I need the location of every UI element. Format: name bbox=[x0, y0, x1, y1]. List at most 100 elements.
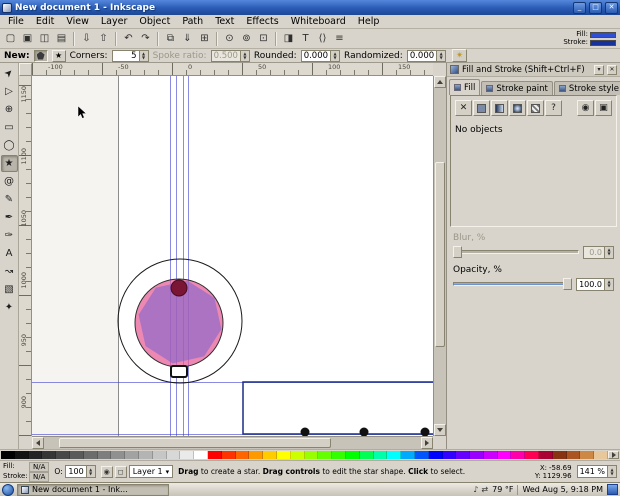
blur-steppers[interactable] bbox=[604, 247, 613, 258]
scroll-down-icon[interactable] bbox=[434, 424, 446, 436]
palette-swatch[interactable] bbox=[125, 451, 139, 459]
palette-scroll-right-icon[interactable] bbox=[608, 451, 619, 459]
palette-swatch[interactable] bbox=[249, 451, 263, 459]
opacity-slider[interactable] bbox=[453, 277, 572, 291]
palette-swatch[interactable] bbox=[84, 451, 98, 459]
undo-icon[interactable]: ↶ bbox=[120, 30, 137, 47]
volume-icon[interactable]: ♪ bbox=[473, 485, 478, 494]
new-document-icon[interactable]: ▢ bbox=[2, 30, 19, 47]
zoom-tool[interactable]: ⊕ bbox=[1, 101, 18, 118]
canvas[interactable] bbox=[32, 76, 433, 436]
master-opacity-spinbox[interactable]: 100 bbox=[65, 465, 96, 478]
save-document-icon[interactable]: ◫ bbox=[36, 30, 53, 47]
menu-layer[interactable]: Layer bbox=[95, 15, 134, 28]
palette-swatch[interactable] bbox=[167, 451, 181, 459]
open-document-icon[interactable]: ▣ bbox=[19, 30, 36, 47]
palette-swatch[interactable] bbox=[318, 451, 332, 459]
close-button[interactable]: ✕ bbox=[605, 2, 618, 14]
rounded-spinbox[interactable]: 0.000 bbox=[301, 50, 340, 62]
tab-stroke-style[interactable]: Stroke style bbox=[554, 81, 620, 95]
palette-swatch[interactable] bbox=[332, 451, 346, 459]
menu-edit[interactable]: Edit bbox=[30, 15, 60, 28]
palette-swatch[interactable] bbox=[525, 451, 539, 459]
dialog-menu-button[interactable]: ▾ bbox=[594, 65, 604, 75]
menu-path[interactable]: Path bbox=[176, 15, 209, 28]
menu-text[interactable]: Text bbox=[209, 15, 240, 28]
fill-stroke-indicator[interactable]: Fill:N/A Stroke:N/A bbox=[3, 462, 49, 482]
ruler-corner[interactable] bbox=[19, 63, 32, 76]
palette-swatch[interactable] bbox=[222, 451, 236, 459]
palette-swatch[interactable] bbox=[305, 451, 319, 459]
mouse-cursor[interactable] bbox=[78, 106, 86, 118]
palette-swatch[interactable] bbox=[346, 451, 360, 459]
menu-object[interactable]: Object bbox=[133, 15, 176, 28]
dialog-close-button[interactable]: ✕ bbox=[607, 65, 617, 75]
palette-swatch[interactable] bbox=[580, 451, 594, 459]
text-dialog-icon[interactable]: T bbox=[297, 30, 314, 47]
palette-swatch[interactable] bbox=[443, 451, 457, 459]
zoom-drawing-icon[interactable]: ⊚ bbox=[238, 30, 255, 47]
tab-fill[interactable]: Fill bbox=[449, 79, 480, 95]
blur-slider-handle[interactable] bbox=[453, 246, 462, 258]
palette-swatch[interactable] bbox=[456, 451, 470, 459]
updates-icon[interactable]: ⇄ bbox=[481, 485, 488, 494]
connector-tool[interactable]: ↝ bbox=[1, 263, 18, 280]
ellipse-tool[interactable]: ◯ bbox=[1, 137, 18, 154]
copy-icon[interactable]: ⧉ bbox=[162, 30, 179, 47]
zoom-spinbox[interactable]: 141 % bbox=[577, 465, 617, 478]
duplicate-icon[interactable]: ⊞ bbox=[196, 30, 213, 47]
palette-swatch[interactable] bbox=[70, 451, 84, 459]
paste-icon[interactable]: ⇓ bbox=[179, 30, 196, 47]
palette-swatch[interactable] bbox=[484, 451, 498, 459]
redo-icon[interactable]: ↷ bbox=[137, 30, 154, 47]
vertical-scrollbar[interactable] bbox=[433, 76, 446, 436]
palette-swatch[interactable] bbox=[511, 451, 525, 459]
opacity-steppers[interactable] bbox=[604, 279, 613, 290]
palette-swatch[interactable] bbox=[15, 451, 29, 459]
palette-swatch[interactable] bbox=[277, 451, 291, 459]
palette-swatch[interactable] bbox=[236, 451, 250, 459]
import-icon[interactable]: ⇩ bbox=[78, 30, 95, 47]
palette-swatch[interactable] bbox=[98, 451, 112, 459]
scroll-up-icon[interactable] bbox=[434, 76, 446, 88]
palette-swatch[interactable] bbox=[401, 451, 415, 459]
palette-swatch[interactable] bbox=[539, 451, 553, 459]
corners-steppers[interactable] bbox=[139, 51, 148, 61]
no-paint-button[interactable]: ✕ bbox=[455, 100, 472, 116]
palette-swatch[interactable] bbox=[374, 451, 388, 459]
spoke-ratio-steppers[interactable] bbox=[240, 51, 249, 61]
zoom-selection-icon[interactable]: ⊙ bbox=[221, 30, 238, 47]
bottom-dot-shape[interactable] bbox=[421, 428, 430, 437]
flat-color-button[interactable] bbox=[473, 100, 490, 116]
master-opacity-steppers[interactable] bbox=[86, 466, 95, 477]
pencil-tool[interactable]: ✎ bbox=[1, 191, 18, 208]
palette-swatch[interactable] bbox=[111, 451, 125, 459]
polygon-mode-button[interactable] bbox=[34, 50, 48, 62]
spiral-tool[interactable]: @ bbox=[1, 173, 18, 190]
tab-stroke-paint[interactable]: Stroke paint bbox=[481, 81, 552, 95]
palette-swatch[interactable] bbox=[470, 451, 484, 459]
palette-swatch[interactable] bbox=[594, 451, 608, 459]
vscroll-thumb[interactable] bbox=[435, 162, 445, 347]
palette-swatch[interactable] bbox=[498, 451, 512, 459]
stroke-swatch[interactable] bbox=[590, 40, 616, 46]
star-mode-button[interactable]: ★ bbox=[52, 50, 66, 62]
pen-tool[interactable]: ✒ bbox=[1, 209, 18, 226]
horizontal-scrollbar[interactable] bbox=[32, 436, 433, 449]
dropper-tool[interactable]: ✦ bbox=[1, 299, 18, 316]
show-desktop-icon[interactable] bbox=[607, 484, 618, 495]
title-bar[interactable]: New document 1 - Inkscape _ □ ✕ bbox=[0, 0, 620, 15]
taskbar-window-button[interactable]: New document 1 - Ink... bbox=[17, 484, 169, 496]
palette-swatch[interactable] bbox=[263, 451, 277, 459]
menu-view[interactable]: View bbox=[60, 15, 95, 28]
export-icon[interactable]: ⇧ bbox=[95, 30, 112, 47]
vscroll-track[interactable] bbox=[434, 88, 446, 424]
spoke-ratio-spinbox[interactable]: 0.500 bbox=[211, 50, 250, 62]
linear-gradient-button[interactable] bbox=[491, 100, 508, 116]
fill-swatch[interactable] bbox=[590, 32, 616, 38]
unknown-paint-button[interactable]: ? bbox=[545, 100, 562, 116]
layer-selector[interactable]: Layer 1 bbox=[129, 465, 173, 478]
opacity-spinbox[interactable]: 100.0 bbox=[576, 278, 614, 291]
start-menu-icon[interactable] bbox=[2, 484, 14, 496]
palette-swatch[interactable] bbox=[567, 451, 581, 459]
